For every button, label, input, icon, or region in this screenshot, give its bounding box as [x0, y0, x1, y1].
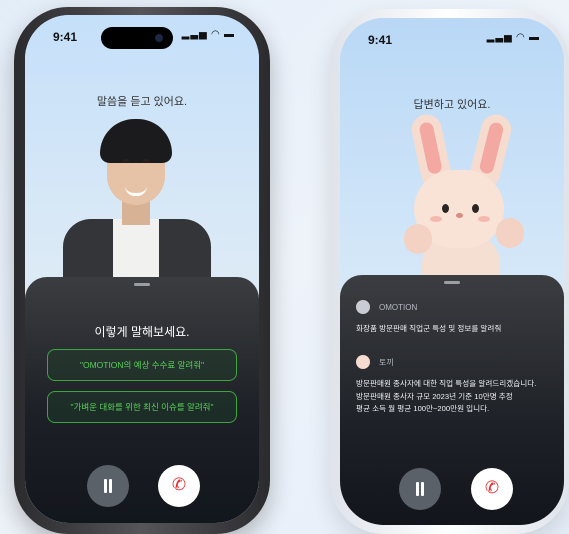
bottom-sheet: OMOTION 화장품 방문판매 직업군 특성 및 정보를 알려줘 토끼 방문판… [340, 275, 564, 525]
end-call-button[interactable]: ✆ [158, 465, 200, 507]
eye-left [123, 159, 129, 162]
chat-sender-rabbit: 토끼 [356, 355, 394, 369]
status-icons: ▂▃▅ ◠ ▬ [487, 32, 540, 43]
sheet-title: 이렇게 말해보세요. [94, 325, 190, 339]
phone-end-icon: ✆ [484, 478, 500, 497]
pause-button[interactable] [399, 468, 441, 510]
phone-right: 9:41 ▂▃▅ ◠ ▬ 답변하고 있어요. OMOTION 화장품 방문판매 … [330, 9, 569, 534]
battery-icon: ▬ [529, 32, 540, 43]
chat-sender-name: 토끼 [379, 357, 394, 367]
sheet-handle[interactable] [444, 281, 460, 284]
wifi-icon: ◠ [516, 32, 526, 43]
rabbit-blush-right [478, 216, 490, 222]
chat-sender-name: OMOTION [379, 302, 418, 312]
listening-status-text: 말씀을 듣고 있어요. [96, 96, 188, 108]
answering-status-text: 답변하고 있어요. [413, 99, 491, 111]
phone-left: 9:41 ▂▃▅ ◠ ▬ 말씀을 듣고 있어요. 이렇게 말해보세요. "OMO… [14, 7, 270, 534]
signal-icon: ▂▃▅ [486, 32, 513, 43]
end-call-button[interactable]: ✆ [471, 468, 513, 510]
pause-icon [103, 479, 113, 493]
avatar-rabbit [392, 111, 532, 302]
omotion-avatar [356, 300, 370, 314]
status-bar: 9:41 ▂▃▅ ◠ ▬ [340, 30, 564, 50]
pause-button[interactable] [87, 465, 129, 507]
status-icons: ▂▃▅ ◠ ▬ [182, 29, 235, 40]
phone-end-icon: ✆ [171, 475, 187, 494]
suggestion-chip-2[interactable]: "가벼운 대화를 위한 최신 이슈를 알려줘" [47, 391, 237, 423]
rabbit-paw-left [404, 224, 432, 254]
rabbit-eye-right [472, 204, 479, 213]
battery-icon: ▬ [224, 29, 235, 40]
pause-icon [415, 482, 425, 496]
signal-icon: ▂▃▅ [181, 29, 208, 40]
rabbit-eye-left [442, 204, 449, 213]
sheet-handle[interactable] [134, 283, 150, 286]
wifi-icon: ◠ [211, 29, 221, 40]
rabbit-avatar [356, 355, 370, 369]
hair [100, 119, 172, 163]
rabbit-nose [456, 213, 463, 218]
status-time: 9:41 [53, 30, 78, 44]
status-time: 9:41 [368, 33, 393, 47]
phone-right-screen: 9:41 ▂▃▅ ◠ ▬ 답변하고 있어요. OMOTION 화장품 방문판매 … [340, 18, 564, 525]
avatar-man [55, 111, 227, 309]
chat-message-rabbit: 방문판매원 종사자에 대한 직업 특성을 알려드리겠습니다. 방문판매원 종사자… [356, 379, 537, 413]
eye-right [143, 159, 149, 162]
status-bar: 9:41 ▂▃▅ ◠ ▬ [25, 27, 259, 47]
phone-left-screen: 9:41 ▂▃▅ ◠ ▬ 말씀을 듣고 있어요. 이렇게 말해보세요. "OMO… [25, 15, 259, 523]
rabbit-paw-right [496, 218, 524, 248]
chat-message-user: 화장품 방문판매 직업군 특성 및 정보를 알려줘 [356, 324, 502, 333]
chat-sender-omotion: OMOTION [356, 300, 417, 314]
bottom-sheet: 이렇게 말해보세요. "OMOTION의 예상 수수료 알려줘" "가벼운 대화… [25, 277, 259, 523]
rabbit-blush-left [430, 216, 442, 222]
suggestion-chip-1[interactable]: "OMOTION의 예상 수수료 알려줘" [47, 349, 237, 381]
